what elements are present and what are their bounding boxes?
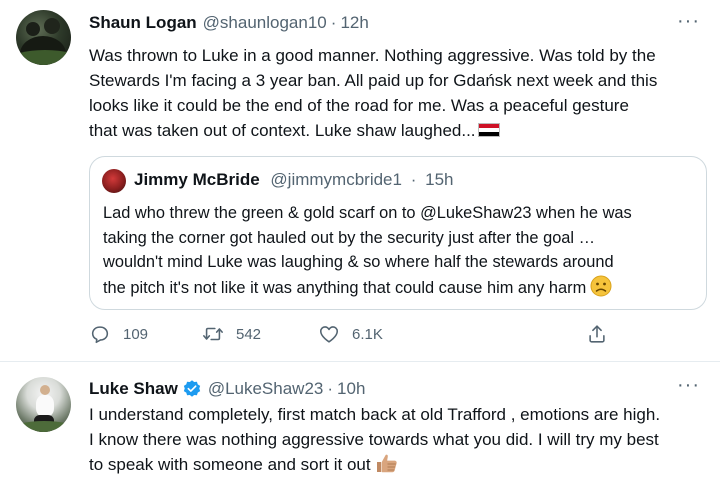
tweet-header: Luke Shaw @LukeShaw23 · 10h (89, 379, 365, 399)
tweet-text-line: looks like it could be the end of the ro… (89, 96, 629, 115)
quoted-text-line: the pitch it's not like it was anything … (103, 275, 698, 301)
separator-dot: · (327, 379, 334, 398)
tweet-shaun-logan[interactable]: Shaun Logan @shaunlogan10 · 12h ··· Was … (0, 0, 720, 362)
tweet-text: Was thrown to Luke in a good manner. Not… (89, 43, 709, 143)
retweet-button[interactable]: 542 (202, 323, 261, 345)
quoted-text-line-content: the pitch it's not like it was anything … (103, 278, 587, 297)
reply-icon (91, 326, 109, 344)
retweet-count: 542 (236, 325, 262, 343)
tweet-header: Shaun Logan @shaunlogan10 · 12h (89, 13, 369, 33)
timestamp[interactable]: 10h (337, 379, 365, 399)
tweet-text-line: I understand completely, first match bac… (89, 405, 661, 424)
thumbs-up-icon (376, 454, 397, 473)
timestamp[interactable]: 12h (340, 13, 368, 33)
tweet-text: I understand completely, first match bac… (89, 402, 709, 477)
quoted-tweet-header: Jimmy McBride @jimmymcbride1 · 15h (134, 170, 453, 190)
tweet-text-line-content: that was taken out of context. Luke shaw… (89, 121, 476, 140)
tweet-text-line: Stewards I'm facing a 3 year ban. All pa… (89, 71, 658, 90)
egypt-flag-icon (477, 123, 500, 137)
tweet-text-line-content: to speak with someone and sort it out (89, 455, 371, 474)
share-button[interactable] (586, 323, 620, 345)
quoted-author-handle: @jimmymcbride1 (270, 170, 402, 189)
more-options-icon[interactable]: ··· (677, 10, 700, 33)
author-handle[interactable]: @LukeShaw23 (208, 379, 324, 399)
tweet-text-line: I know there was nothing aggressive towa… (89, 430, 659, 449)
author-handle[interactable]: @shaunlogan10 (203, 13, 327, 33)
sad-face-icon (590, 275, 612, 296)
quoted-tweet-card[interactable]: Jimmy McBride @jimmymcbride1 · 15h Lad w… (89, 156, 707, 310)
quoted-text-line: wouldn't mind Luke was laughing & so whe… (103, 253, 614, 271)
separator-dot: · (330, 13, 337, 32)
share-icon (589, 325, 605, 343)
like-button[interactable]: 6.1K (318, 323, 383, 345)
quoted-text-line: Lad who threw the green & gold scarf on … (103, 204, 632, 222)
avatar[interactable] (16, 377, 71, 432)
author-name[interactable]: Luke Shaw (89, 379, 178, 399)
reply-count: 109 (123, 325, 149, 343)
retweet-icon (203, 327, 223, 341)
tweet-text-line: that was taken out of context. Luke shaw… (89, 118, 709, 143)
tweet-actions: 109 542 6.1K (89, 323, 629, 349)
reply-button[interactable]: 109 (89, 323, 148, 345)
quoted-tweet-text: Lad who threw the green & gold scarf on … (103, 201, 698, 300)
verified-badge-icon (183, 380, 200, 397)
more-options-icon[interactable]: ··· (677, 374, 700, 397)
tweet-text-line: to speak with someone and sort it out (89, 452, 709, 477)
quoted-author-name: Jimmy McBride (134, 170, 260, 189)
tweet-text-line: Was thrown to Luke in a good manner. Not… (89, 46, 656, 65)
quoted-timestamp: 15h (425, 170, 454, 189)
heart-icon (319, 326, 339, 343)
quoted-text-line: taking the corner got hauled out by the … (103, 228, 596, 247)
separator-dot: · (410, 170, 417, 189)
quoted-author-avatar (102, 169, 126, 193)
tweet-luke-shaw[interactable]: Luke Shaw @LukeShaw23 · 10h ··· I unders… (0, 362, 720, 489)
like-count: 6.1K (352, 325, 383, 343)
avatar[interactable] (16, 10, 71, 65)
author-name[interactable]: Shaun Logan (89, 13, 197, 33)
